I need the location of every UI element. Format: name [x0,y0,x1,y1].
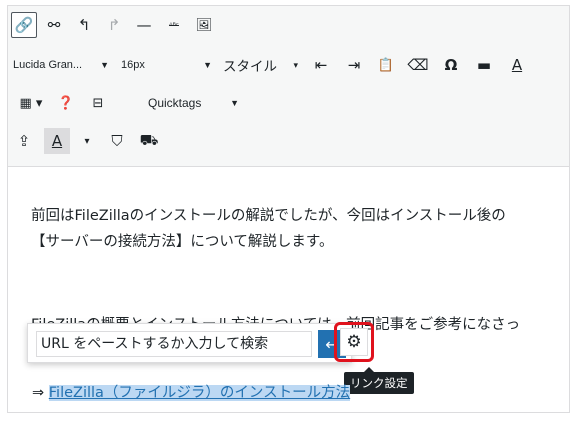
toolbar-row-1: 🔗 ⚯ ↰ ↱ — ᴬᴮᶜ 🖼 [8,12,569,44]
decrease-indent-icon[interactable]: ⇤ [308,52,334,78]
more-tag-icon[interactable]: ▬ [471,52,497,78]
font-size-select[interactable]: 16px ▼ [121,52,216,78]
media-embed-icon[interactable]: ⊟ [85,90,111,116]
quicktags-label: Quicktags [148,96,202,110]
styles-select[interactable]: スタイル ▾ [223,52,298,78]
quicktags-select[interactable]: Quicktags ▼ [148,90,243,116]
font-family-select[interactable]: Lucida Gran... ▼ [13,52,113,78]
article-link[interactable]: FileZilla（ファイルジラ）のインストール方法 [48,385,351,401]
url-input-placeholder: URL をペーストするか入力して検索 [41,336,269,352]
bookmark-icon[interactable]: ⛉ [104,128,130,154]
undo-icon[interactable]: ↰ [71,12,97,38]
editor-content[interactable]: 前回はFileZillaのインストールの解説でしたが、今回はインストール後の 【… [8,166,569,412]
table-icon[interactable]: ▦ ▾ [11,90,51,116]
paste-text-icon[interactable]: 📋 [373,52,399,78]
toolbar-row-4: ⇪ A ▾ ⛉ ⛟ [8,128,569,160]
strikethrough-icon[interactable]: ᴬᴮᶜ [161,12,187,38]
paragraph-line: 【サーバーの接続方法】について解説します。 [31,234,334,250]
toolbar-row-3: ▦ ▾ ❓ ⊟ Quicktags ▼ [8,90,569,122]
toolbar-row-2: Lucida Gran... ▼ 16px ▼ スタイル ▾ ⇤ ⇥ 📋 ⌫ Ω ▬ … [8,52,569,84]
special-character-icon[interactable]: Ω [438,52,464,78]
horizontal-line-icon[interactable]: — [131,12,157,38]
unlink-icon[interactable]: ⚯ [41,12,67,38]
background-color-icon[interactable]: A [44,128,70,154]
link-popup: URL をペーストするか入力して検索 ↵ [27,323,352,363]
toolbar: 🔗 ⚯ ↰ ↱ — ᴬᴮᶜ 🖼 Lucida Gran... ▼ 16px ▼ スタ… [8,6,569,167]
clear-formatting-icon[interactable]: ⌫ [405,52,431,78]
font-size-value: 16px [121,59,145,71]
text-color-icon[interactable]: A [504,52,530,78]
link-settings-tooltip: リンク設定 [344,367,414,394]
increase-indent-icon[interactable]: ⇥ [341,52,367,78]
styles-label: スタイル [223,59,277,74]
background-color-dropdown-icon[interactable]: ▾ [74,128,100,154]
insert-image-icon[interactable]: 🖼 [191,12,217,38]
help-icon[interactable]: ❓ [53,90,79,116]
redo-icon[interactable]: ↱ [101,12,127,38]
font-family-value: Lucida Gran... [13,59,83,71]
upload-icon[interactable]: ⇪ [11,128,37,154]
highlight-ring [334,322,374,362]
paragraph-line: 前回はFileZillaのインストールの解説でしたが、今回はインストール後の [31,208,506,224]
url-input[interactable]: URL をペーストするか入力して検索 [36,331,312,357]
link-icon[interactable]: 🔗 [11,12,37,38]
find-replace-icon[interactable]: ⛟ [136,128,162,154]
arrow-prefix: ⇒ [32,385,49,401]
link-line: ⇒ FileZilla（ファイルジラ）のインストール方法 [32,381,351,402]
